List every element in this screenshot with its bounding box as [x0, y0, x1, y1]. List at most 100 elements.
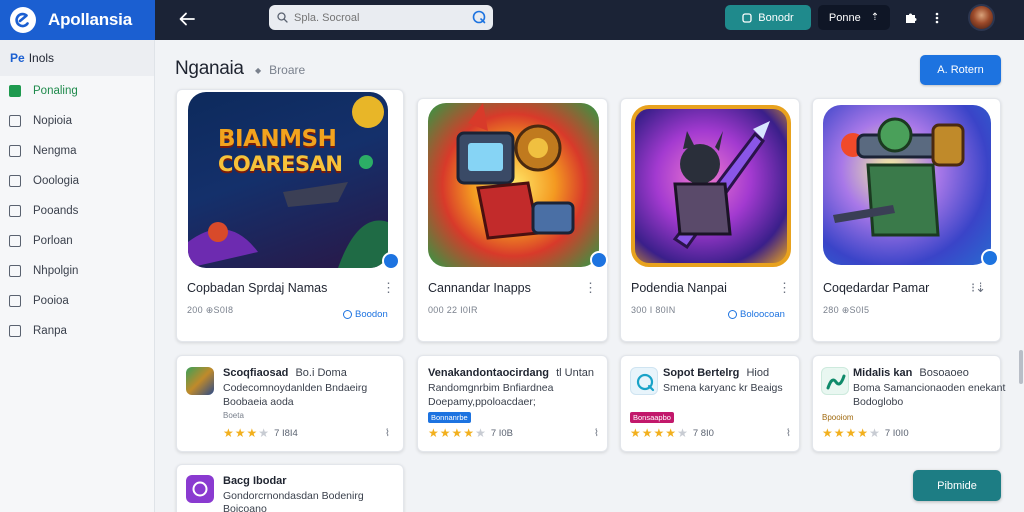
featured-card[interactable]: Podendia Nanpai ⋮ 300 I 80IN Boloocoan [620, 98, 800, 342]
sidebar-item-porloan[interactable]: Porloan [0, 226, 154, 256]
puzzle-icon[interactable] [900, 7, 922, 29]
list-card-title-text: Sopot Bertelrg [663, 367, 740, 379]
list-card-line1: Smena karyanc kr Beaigs [663, 382, 783, 394]
sidebar-header-tag: Pe [10, 51, 25, 65]
sidebar-item-label: Pooioa [33, 295, 69, 307]
dark-action-label: Ponne [828, 11, 861, 24]
app-icon [186, 475, 214, 503]
dark-action-button[interactable]: Ponne ⇡ [818, 5, 890, 30]
avatar[interactable] [968, 4, 995, 31]
app-name: Apollansia [48, 10, 132, 29]
sidebar-item-ooologia[interactable]: Ooologia [0, 166, 154, 196]
app-icon [186, 367, 214, 395]
more-vertical-icon[interactable]: ⋮ [584, 280, 597, 296]
rating-count: 7 8I0 [692, 427, 714, 439]
sidebar-item-ponaling[interactable]: Ponaling [0, 76, 154, 106]
bottom-action-button[interactable]: Pibmide [913, 470, 1001, 501]
list-card-line2: Boicoano [223, 503, 267, 512]
card-link-label: Boodon [355, 309, 388, 320]
star-icon: ★ [234, 426, 246, 440]
primary-action-button[interactable]: A. Rotern [920, 55, 1001, 85]
share-icon[interactable]: ⁝⇣ [971, 280, 986, 296]
checkbox-icon [9, 175, 21, 187]
list-card-meta: Boeta [223, 411, 244, 420]
card-title: Cannandar Inapps [428, 281, 531, 295]
rating-stars: ★ ★ ★ ★ ★ 7 8I0 [630, 427, 714, 439]
scrollbar-thumb[interactable] [1019, 350, 1023, 384]
chevron-icon[interactable]: ⌇ [385, 428, 390, 439]
rating-count: 7 I0I0 [884, 427, 909, 439]
sidebar-item-nhpolgin[interactable]: Nhpolgin [0, 256, 154, 286]
card-subtitle: 200 ⊕S0I8 [187, 305, 234, 315]
list-card-meta: Bpooiom [822, 413, 854, 422]
featured-card[interactable]: Coqedardar Pamar ⁝⇣ 280 ⊕S0I5 [812, 98, 1001, 342]
featured-card[interactable]: Cannandar Inapps ⋮ 000 22 I0IR [417, 98, 608, 342]
list-card-title: Sopot Bertelrg Hiod [663, 367, 769, 379]
chevron-icon[interactable]: ⌇ [594, 428, 599, 439]
list-card-title: Bacg Ibodar [223, 475, 287, 487]
star-icon: ★ [463, 426, 475, 440]
card-link[interactable]: Boloocoan [728, 309, 785, 320]
checkbox-icon [9, 235, 21, 247]
card-link-label: Boloocoan [740, 309, 785, 320]
list-card-title-text: Venakandontaocirdang [428, 367, 550, 379]
list-card-line2: Boobaeia aoda [223, 396, 294, 408]
star-icon: ★ [258, 426, 270, 440]
checkbox-icon [9, 85, 21, 97]
list-card-line2: Bodoglobo [853, 396, 904, 408]
sidebar-item-pooands[interactable]: Pooands [0, 196, 154, 226]
info-circle-icon [728, 310, 737, 319]
rating-stars: ★ ★ ★ ★ 7 I8I4 [223, 427, 298, 439]
list-card-line1: Codecomnoydanlden Bndaeirg [223, 382, 368, 394]
card-title: Coqedardar Pamar [823, 281, 930, 295]
status-badge: Bonnanrbe [428, 412, 471, 423]
verified-badge-icon [981, 249, 999, 267]
list-card[interactable]: Venakandontaocirdang tl Untan Randomgnrb… [417, 355, 608, 452]
list-card[interactable]: Scoqfiaosad Bo.i Doma Codecomnoydanlden … [176, 355, 404, 452]
breadcrumb[interactable]: ◆ Broare [255, 63, 305, 77]
list-card-title: Scoqfiaosad Bo.i Doma [223, 367, 347, 379]
search-input[interactable] [294, 11, 464, 24]
list-card-title-extra: Bo.i Doma [295, 367, 347, 379]
brand[interactable]: Apollansia [0, 0, 155, 40]
page-title: Nganaia [175, 58, 244, 79]
teal-action-button[interactable]: Bonodr [725, 5, 811, 30]
search-bar[interactable] [269, 5, 493, 30]
list-card-line1: Randomgnrbim Bnfiardnea [428, 382, 554, 394]
sidebar-item-nopioia[interactable]: Nopioia [0, 106, 154, 136]
sidebar-item-ranpa[interactable]: Ranpa [0, 316, 154, 346]
list-card-title-text: Midalis kan [853, 367, 913, 379]
star-icon: ★ [833, 426, 845, 440]
card-subtitle: 000 22 I0IR [428, 305, 478, 315]
more-vertical-icon[interactable]: ⋮ [382, 280, 395, 296]
star-icon: ★ [630, 426, 641, 440]
checkbox-icon [9, 295, 21, 307]
sidebar-item-nengma[interactable]: Nengma [0, 136, 154, 166]
card-title: Copbadan Sprdaj Namas [187, 281, 328, 295]
star-icon: ★ [641, 426, 653, 440]
more-vertical-icon[interactable]: ⋮ [778, 280, 791, 296]
more-vertical-icon[interactable] [926, 7, 948, 29]
sidebar-header[interactable]: Pe Inols [0, 40, 154, 76]
list-card[interactable]: Bacg Ibodar Gondorcrnondasdan Bodenirg B… [176, 464, 404, 512]
list-card-line1: Gondorcrnondasdan Bodenirg [223, 490, 364, 502]
star-icon: ★ [246, 426, 258, 440]
list-card[interactable]: Sopot Bertelrg Hiod Smena karyanc kr Bea… [620, 355, 800, 452]
back-arrow-icon[interactable] [176, 8, 198, 30]
sidebar-item-label: Ponaling [33, 85, 78, 97]
card-link[interactable]: Boodon [343, 309, 388, 320]
rating-stars: ★ ★ ★ ★ ★ 7 I0B [428, 427, 513, 439]
game-art: BIANMSH COARESAN [188, 92, 388, 268]
voice-search-icon[interactable] [471, 9, 487, 25]
sidebar-item-label: Nopioia [33, 115, 72, 127]
list-card[interactable]: Midalis kan Bosoaoeo Boma Samancionaoden… [812, 355, 1005, 452]
sidebar-item-pooioa[interactable]: Pooioa [0, 286, 154, 316]
chevron-icon[interactable]: ⌇ [786, 428, 791, 439]
checkbox-icon [9, 145, 21, 157]
list-card-title-text: Scoqfiaosad [223, 367, 289, 379]
verified-badge-icon [590, 251, 608, 269]
teal-action-label: Bonodr [758, 11, 794, 24]
star-icon: ★ [428, 426, 439, 440]
featured-card[interactable]: BIANMSH COARESAN Copbadan Sprdaj Namas ⋮… [176, 89, 404, 342]
list-card-title-extra: Hiod [746, 367, 770, 379]
